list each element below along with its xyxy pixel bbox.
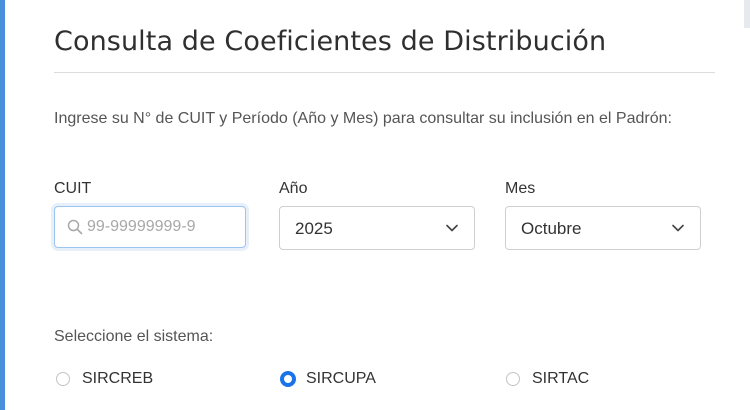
month-selected-value: Octubre [521,219,582,238]
radio-button-selected[interactable] [280,371,296,387]
cuit-input[interactable] [87,213,237,241]
system-prompt: Seleccione el sistema: [54,328,214,345]
radio-label: SIRCREB [82,370,154,387]
page-title: Consulta de Coeficientes de Distribución [54,26,607,57]
month-label: Mes [505,180,536,197]
radio-button[interactable] [56,372,70,386]
month-select[interactable]: Octubre [505,206,701,250]
chevron-down-icon [446,224,458,232]
intro-text: Ingrese su N° de CUIT y Período (Año y M… [54,110,672,127]
radio-label: SIRCUPA [306,370,376,387]
year-selected-value: 2025 [295,219,333,238]
chevron-down-icon [672,224,684,232]
title-divider [54,72,715,73]
year-label: Año [279,180,308,197]
radio-button[interactable] [506,372,520,386]
radio-label: SIRTAC [532,370,590,387]
page-left-accent [0,0,5,410]
cuit-label: CUIT [54,180,92,197]
page-right-accent [744,0,750,28]
search-icon [67,219,83,235]
cuit-field[interactable] [54,206,246,248]
year-select[interactable]: 2025 [279,206,475,250]
